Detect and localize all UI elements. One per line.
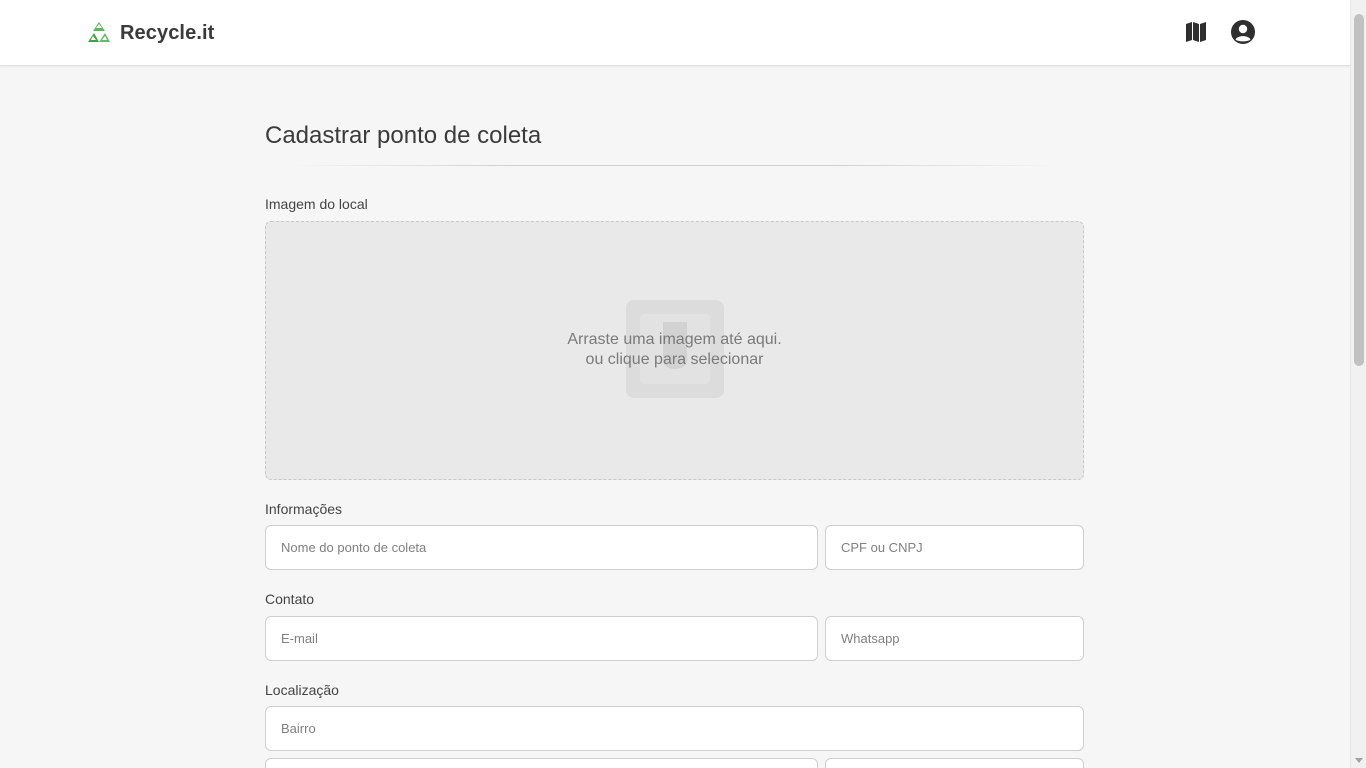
info-section-label: Informações — [265, 501, 343, 517]
dropzone-line-1: Arraste uma imagem até aqui. — [567, 331, 782, 348]
whatsapp-input[interactable] — [825, 616, 1084, 661]
neighborhood-input[interactable] — [265, 706, 1084, 751]
number-input[interactable] — [825, 758, 1084, 768]
brand-home-link[interactable]: Recycle.it — [86, 19, 214, 47]
user-account-icon — [1231, 20, 1255, 44]
email-input[interactable] — [265, 616, 818, 661]
page-scrollbar[interactable] — [1350, 0, 1366, 768]
image-dropzone[interactable]: Arraste uma imagem até aqui. ou clique p… — [265, 221, 1084, 480]
dropzone-line-2: ou clique para selecionar — [585, 351, 764, 368]
street-input[interactable] — [265, 758, 818, 768]
page-title: Cadastrar ponto de coleta — [265, 122, 542, 149]
dropzone-instructions: Arraste uma imagem até aqui. ou clique p… — [266, 330, 1083, 370]
scrollbar-thumb[interactable] — [1354, 14, 1364, 366]
location-section-label: Localização — [265, 682, 339, 698]
top-navbar: Recycle.it — [0, 0, 1350, 66]
recycle-icon — [88, 22, 110, 42]
contact-section-label: Contato — [265, 591, 315, 607]
collection-point-name-input[interactable] — [265, 525, 818, 570]
title-divider — [290, 165, 1060, 166]
map-icon — [1186, 22, 1206, 42]
image-section-label: Imagem do local — [265, 196, 368, 212]
cpf-cnpj-input[interactable] — [825, 525, 1084, 570]
user-account-button[interactable] — [1230, 19, 1256, 45]
map-nav-button[interactable] — [1183, 19, 1209, 45]
brand-name: Recycle.it — [120, 21, 215, 44]
scroll-down-arrow-icon[interactable] — [1355, 758, 1363, 763]
